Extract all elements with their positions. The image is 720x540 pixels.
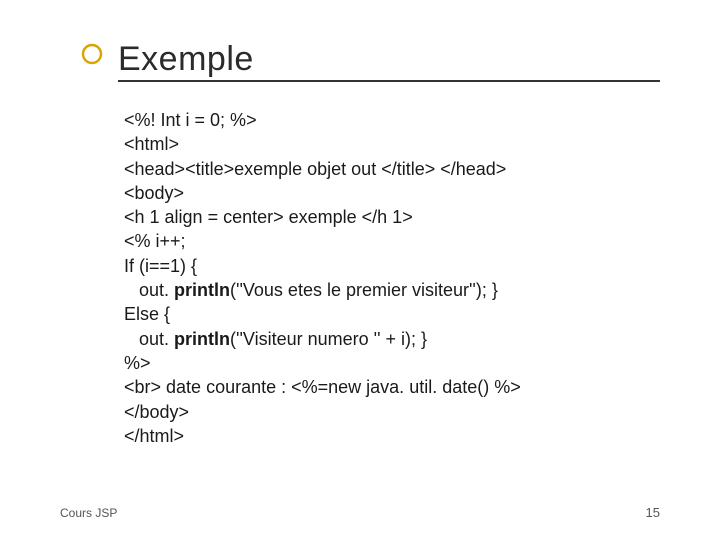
title-underline bbox=[118, 80, 660, 82]
code-line: <html> bbox=[124, 134, 179, 154]
slide: Exemple <%! Int i = 0; %> <html> <head><… bbox=[0, 0, 720, 540]
code-line: %> bbox=[124, 353, 151, 373]
code-line: Else { bbox=[124, 304, 170, 324]
circle-bullet-icon bbox=[80, 42, 104, 71]
title-wrap: Exemple bbox=[118, 40, 660, 82]
code-line: <h 1 align = center> exemple </h 1> bbox=[124, 207, 413, 227]
code-line: <body> bbox=[124, 183, 184, 203]
code-block: <%! Int i = 0; %> <html> <head><title>ex… bbox=[124, 108, 660, 448]
code-line: (''Vous etes le premier visiteur''); } bbox=[230, 280, 498, 300]
code-keyword: println bbox=[174, 280, 230, 300]
title-row: Exemple bbox=[80, 40, 660, 82]
code-line: </body> bbox=[124, 402, 189, 422]
code-line: out. bbox=[124, 329, 174, 349]
code-line: <%! Int i = 0; %> bbox=[124, 110, 257, 130]
code-line: </html> bbox=[124, 426, 184, 446]
code-line: <% i++; bbox=[124, 231, 186, 251]
code-keyword: println bbox=[174, 329, 230, 349]
code-line: <head><title>exemple objet out </title> … bbox=[124, 159, 506, 179]
code-line: out. bbox=[124, 280, 174, 300]
code-line: If (i==1) { bbox=[124, 256, 197, 276]
footer-left: Cours JSP bbox=[60, 506, 117, 520]
slide-title: Exemple bbox=[118, 40, 660, 79]
code-line: (''Visiteur numero '' + i); } bbox=[230, 329, 427, 349]
page-number: 15 bbox=[646, 505, 660, 520]
code-line: <br> date courante : <%=new java. util. … bbox=[124, 377, 521, 397]
